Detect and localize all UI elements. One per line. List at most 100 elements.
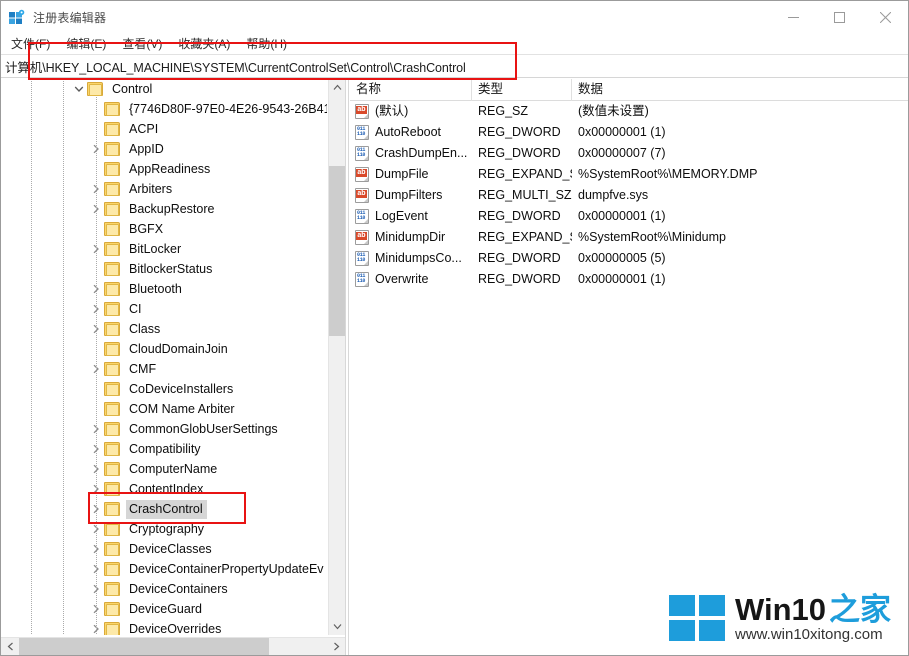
column-header-type[interactable]: 类型: [472, 79, 572, 101]
folder-icon: [104, 222, 120, 236]
tree-item-crashcontrol[interactable]: CrashControl: [1, 499, 327, 519]
folder-icon: [104, 202, 120, 216]
list-row[interactable]: 011 110 Overwrite REG_DWORD 0x00000001 (1): [350, 269, 908, 290]
list-row[interactable]: ab MinidumpDir REG_EXPAND_SZ %SystemRoot%\M…: [350, 227, 908, 248]
list-row[interactable]: ab DumpFilters REG_MULTI_SZ dumpfve.sys: [350, 185, 908, 206]
tree-item-compatibility[interactable]: Compatibility: [1, 439, 327, 459]
tree-item-bluetooth[interactable]: Bluetooth: [1, 279, 327, 299]
tree-item-arbiters[interactable]: Arbiters: [1, 179, 327, 199]
list-row[interactable]: 011 110 CrashDumpEn... REG_DWORD 0x00000007 …: [350, 143, 908, 164]
registry-key-tree[interactable]: Control {7746D80F-97E0-4E26-9543-26B41 ACP…: [1, 79, 345, 655]
tree-item-label: CrashControl: [126, 499, 207, 519]
tree-item-backuprestore[interactable]: BackupRestore: [1, 199, 327, 219]
scroll-right-arrow-icon[interactable]: [327, 638, 345, 655]
cell-data: %SystemRoot%\MEMORY.DMP: [578, 167, 758, 181]
close-button[interactable]: [862, 1, 908, 33]
list-row[interactable]: ab (默认) REG_SZ (数值未设置): [350, 101, 908, 122]
cell-name: 011 110 AutoReboot: [350, 122, 472, 143]
tree-item-commonglobusersettings[interactable]: CommonGlobUserSettings: [1, 419, 327, 439]
menu-file[interactable]: 文件(F): [3, 34, 58, 54]
watermark-text: Win10之家 www.win10xitong.com: [735, 593, 891, 644]
tree-item-appid[interactable]: AppID: [1, 139, 327, 159]
folder-icon: [104, 602, 120, 616]
cell-type: REG_DWORD: [478, 146, 561, 160]
tree-hscrollbar-thumb[interactable]: [19, 638, 269, 655]
folder-icon: [104, 302, 120, 316]
tree-scrollbar-thumb[interactable]: [329, 166, 345, 336]
cell-type: REG_DWORD: [478, 272, 561, 286]
tree-item-codeviceinstallers[interactable]: CoDeviceInstallers: [1, 379, 327, 399]
list-row[interactable]: ab DumpFile REG_EXPAND_SZ %SystemRoot%\MEMO…: [350, 164, 908, 185]
maximize-button[interactable]: [816, 1, 862, 33]
tree-item-label: CI: [129, 301, 142, 316]
tree-item-devicecontainerpropertyupdateev[interactable]: DeviceContainerPropertyUpdateEv: [1, 559, 327, 579]
tree-item-bitlocker[interactable]: BitLocker: [1, 239, 327, 259]
tree-item-label: BitlockerStatus: [129, 261, 213, 276]
folder-icon: [104, 402, 120, 416]
tree-item-cryptography[interactable]: Cryptography: [1, 519, 327, 539]
string-value-icon: ab: [355, 188, 369, 203]
tree-item-label: Compatibility: [129, 441, 201, 456]
minimize-button[interactable]: [770, 1, 816, 33]
tree-item-ci[interactable]: CI: [1, 299, 327, 319]
tree-item-7746d80f-97e0-4e26-9543-26b41[interactable]: {7746D80F-97E0-4E26-9543-26B41: [1, 99, 327, 119]
tree-item-label: CommonGlobUserSettings: [129, 421, 278, 436]
tree-item-devicecontainers[interactable]: DeviceContainers: [1, 579, 327, 599]
cell-name: ab DumpFile: [350, 164, 472, 185]
cell-name: ab MinidumpDir: [350, 227, 472, 248]
tree-item-label: CMF: [129, 361, 157, 376]
tree-item-cmf[interactable]: CMF: [1, 359, 327, 379]
tree-item-label: AppReadiness: [129, 161, 211, 176]
tree-item-computername[interactable]: ComputerName: [1, 459, 327, 479]
folder-icon: [104, 342, 120, 356]
folder-icon: [104, 122, 120, 136]
folder-icon: [104, 422, 120, 436]
menu-edit[interactable]: 编辑(E): [58, 34, 114, 54]
registry-values-list[interactable]: 名称 类型 数据 ab (默认) REG_SZ (数值未设置) 011 110 AutoRe…: [350, 79, 908, 655]
menu-help[interactable]: 帮助(H): [238, 34, 295, 54]
list-row[interactable]: 011 110 LogEvent REG_DWORD 0x00000001 (1): [350, 206, 908, 227]
tree-item-bitlockerstatus[interactable]: BitlockerStatus: [1, 259, 327, 279]
tree-item-contentindex[interactable]: ContentIndex: [1, 479, 327, 499]
list-row[interactable]: 011 110 AutoReboot REG_DWORD 0x00000001 (1): [350, 122, 908, 143]
tree-item-deviceclasses[interactable]: DeviceClasses: [1, 539, 327, 559]
folder-icon: [104, 322, 120, 336]
scroll-down-arrow-icon[interactable]: [329, 618, 345, 635]
tree-item-label: Control: [112, 81, 153, 96]
column-header-name[interactable]: 名称: [350, 79, 472, 101]
tree-item-bgfx[interactable]: BGFX: [1, 219, 327, 239]
registry-editor-icon: [8, 9, 26, 27]
menu-favorites[interactable]: 收藏夹(A): [170, 34, 238, 54]
value-name: Overwrite: [375, 272, 429, 286]
address-bar[interactable]: 计算机\HKEY_LOCAL_MACHINE\SYSTEM\CurrentCon…: [1, 54, 908, 78]
tree-item-acpi[interactable]: ACPI: [1, 119, 327, 139]
tree-item-deviceoverrides[interactable]: DeviceOverrides: [1, 619, 327, 635]
tree-item-label: DeviceContainerPropertyUpdateEv: [129, 561, 324, 576]
tree-item-deviceguard[interactable]: DeviceGuard: [1, 599, 327, 619]
tree-item-class[interactable]: Class: [1, 319, 327, 339]
tree-vertical-scrollbar[interactable]: [328, 79, 345, 635]
pane-splitter[interactable]: [345, 79, 349, 655]
chevron-down-icon[interactable]: [71, 81, 87, 97]
cell-data: 0x00000001 (1): [578, 272, 666, 286]
list-row[interactable]: 011 110 MinidumpsCo... REG_DWORD 0x00000005 …: [350, 248, 908, 269]
value-name: MinidumpsCo...: [375, 251, 462, 265]
tree-item-control[interactable]: Control: [1, 79, 327, 99]
string-value-icon: ab: [355, 230, 369, 245]
tree-item-clouddomainjoin[interactable]: CloudDomainJoin: [1, 339, 327, 359]
tree-item-com-name-arbiter[interactable]: COM Name Arbiter: [1, 399, 327, 419]
folder-icon: [104, 542, 120, 556]
column-header-data[interactable]: 数据: [572, 79, 908, 101]
tree-item-appreadiness[interactable]: AppReadiness: [1, 159, 327, 179]
scroll-left-arrow-icon[interactable]: [1, 638, 19, 655]
address-input[interactable]: 计算机\HKEY_LOCAL_MACHINE\SYSTEM\CurrentCon…: [1, 57, 466, 76]
list-column-header: 名称 类型 数据: [350, 79, 908, 101]
window-title: 注册表编辑器: [33, 11, 107, 25]
cell-type: REG_EXPAND_SZ: [478, 230, 572, 244]
menu-view[interactable]: 查看(V): [114, 34, 170, 54]
tree-horizontal-scrollbar[interactable]: [1, 637, 345, 655]
indent-guide-level0: [31, 79, 32, 635]
tree-item-label: Bluetooth: [129, 281, 182, 296]
scroll-up-arrow-icon[interactable]: [329, 79, 345, 96]
tree-item-label: {7746D80F-97E0-4E26-9543-26B41: [129, 101, 327, 116]
